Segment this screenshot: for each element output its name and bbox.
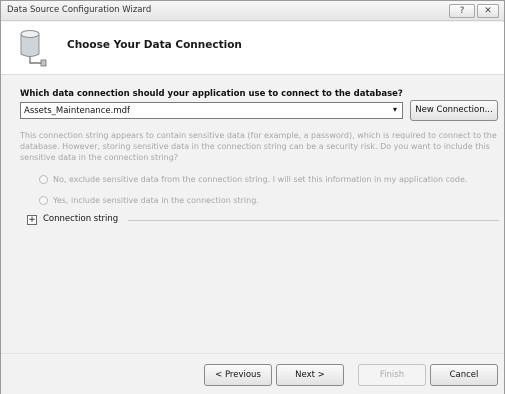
page-title: Choose Your Data Connection — [67, 39, 242, 51]
new-connection-button[interactable]: New Connection... — [410, 100, 498, 121]
connection-question: Which data connection should your applic… — [20, 89, 403, 99]
database-icon — [20, 30, 47, 67]
next-button[interactable]: Next > — [276, 364, 344, 386]
expand-icon[interactable]: + — [27, 215, 37, 225]
radio-button[interactable] — [39, 196, 48, 205]
help-button[interactable]: ? — [449, 4, 475, 18]
previous-button[interactable]: < Previous — [204, 364, 272, 386]
chevron-down-icon[interactable]: ▾ — [393, 105, 397, 114]
title-bar[interactable]: Data Source Configuration Wizard ? ✕ — [1, 1, 504, 21]
connection-string-label: Connection string — [43, 214, 119, 224]
divider — [128, 220, 499, 221]
include-sensitive-label: Yes, include sensitive data in the conne… — [53, 196, 259, 205]
sensitive-data-info: This connection string appears to contai… — [20, 131, 497, 162]
wizard-window: Data Source Configuration Wizard ? ✕ Cho… — [0, 0, 505, 394]
connection-dropdown[interactable]: Assets_Maintenance.mdf ▾ — [20, 102, 403, 119]
connection-string-expander[interactable]: + Connection string — [27, 214, 499, 228]
radio-button[interactable] — [39, 175, 48, 184]
wizard-header: Choose Your Data Connection — [1, 22, 504, 75]
exclude-sensitive-label: No, exclude sensitive data from the conn… — [53, 175, 468, 184]
cancel-button[interactable]: Cancel — [430, 364, 498, 386]
window-title: Data Source Configuration Wizard — [7, 5, 152, 15]
finish-button[interactable]: Finish — [358, 364, 426, 386]
close-button[interactable]: ✕ — [477, 4, 499, 18]
wizard-body: Which data connection should your applic… — [1, 76, 504, 352]
connection-dropdown-value: Assets_Maintenance.mdf — [24, 106, 131, 116]
wizard-footer: < Previous Next > Finish Cancel — [1, 353, 504, 394]
